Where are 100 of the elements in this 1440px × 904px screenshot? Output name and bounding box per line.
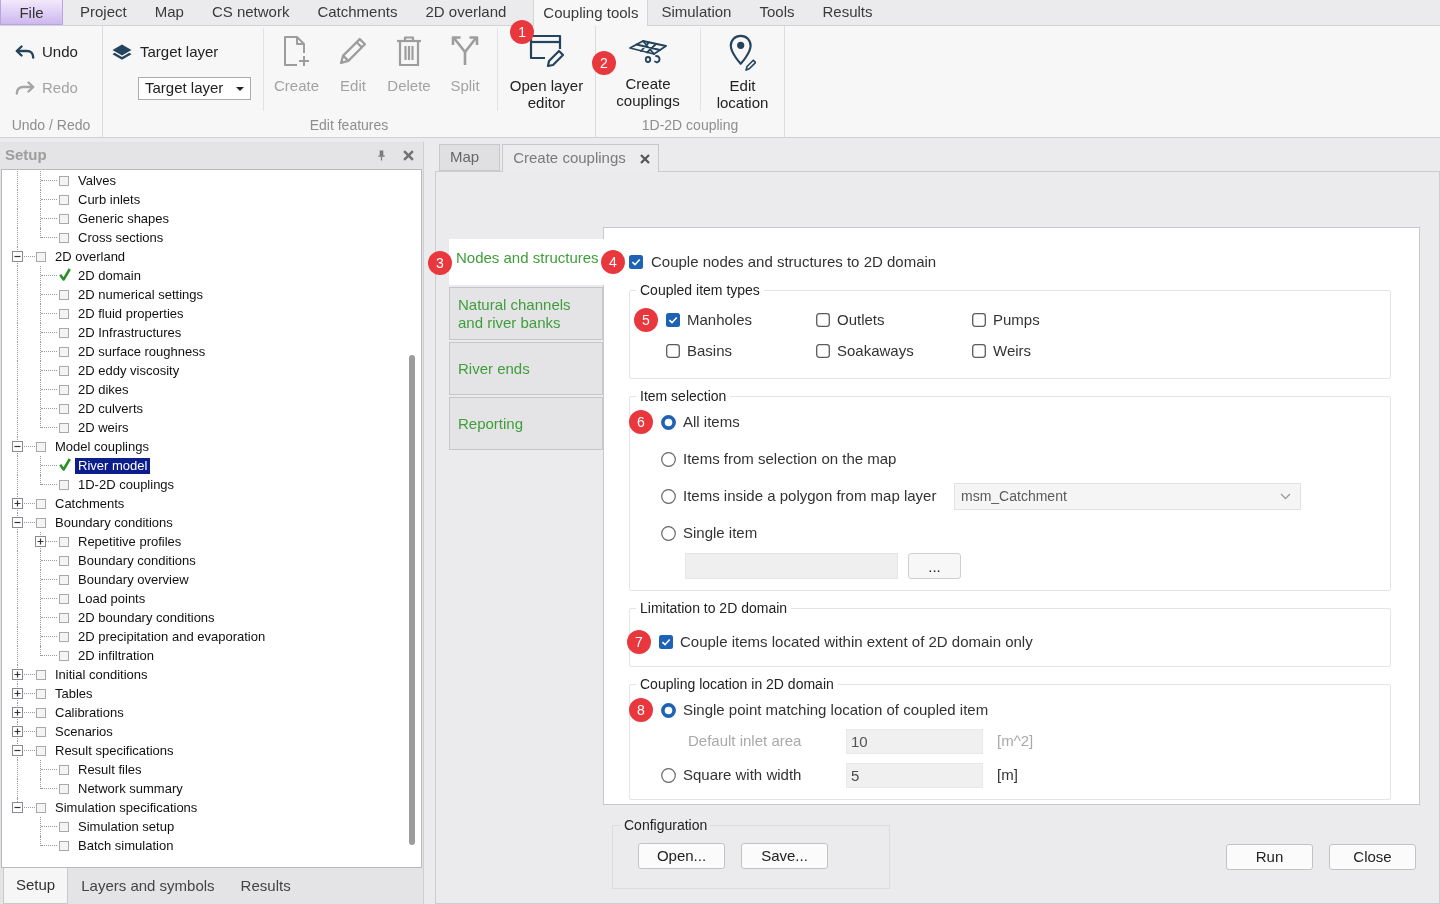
push-button[interactable]: Run bbox=[1226, 844, 1313, 870]
trash-icon bbox=[396, 36, 423, 66]
unit-label: [m^2] bbox=[997, 730, 1034, 751]
tree-item[interactable]: Cross sections bbox=[75, 229, 167, 246]
tree-item[interactable]: Repetitive profiles bbox=[75, 533, 185, 550]
tree-item[interactable]: 1D-2D couplings bbox=[75, 476, 178, 493]
callout-number: 6 bbox=[629, 410, 653, 434]
tree-item[interactable]: Boundary overview bbox=[75, 571, 192, 588]
push-button[interactable]: Save... bbox=[741, 843, 828, 869]
group-title: Limitation to 2D domain bbox=[639, 600, 789, 617]
tree-item[interactable]: Load points bbox=[75, 590, 149, 607]
radio-button[interactable]: Items inside a polygon from map layer bbox=[661, 484, 954, 508]
tree-item[interactable]: Calibrations bbox=[52, 704, 127, 721]
push-button[interactable]: Open... bbox=[638, 843, 725, 869]
tree-item[interactable]: 2D eddy viscosity bbox=[75, 362, 183, 379]
tree-item[interactable]: 2D infiltration bbox=[75, 647, 157, 664]
radio-button[interactable]: Items from selection on the map bbox=[661, 447, 897, 471]
field-label: Target layer bbox=[140, 41, 219, 62]
callout-number: 4 bbox=[601, 250, 625, 274]
layer-dropdown[interactable]: Target layer bbox=[138, 77, 251, 100]
radio-button[interactable]: All items bbox=[661, 410, 740, 434]
radio-button[interactable]: Single item bbox=[661, 521, 758, 545]
ribbon-tab[interactable]: Tools bbox=[756, 0, 798, 25]
panel-tab[interactable]: Results bbox=[227, 868, 304, 904]
ribbon-tab[interactable]: Coupling tools bbox=[533, 0, 649, 26]
callout-number: 1 bbox=[510, 20, 535, 44]
checkbox[interactable]: Basins bbox=[666, 340, 816, 362]
tree-item[interactable]: Scenarios bbox=[52, 723, 116, 740]
ribbon-tab[interactable]: Project bbox=[77, 0, 130, 25]
tree-item[interactable]: 2D culverts bbox=[75, 400, 147, 417]
form-edit-icon bbox=[528, 34, 565, 68]
tree-item[interactable]: Catchments bbox=[52, 495, 128, 512]
location-pin-icon bbox=[729, 34, 756, 72]
panel-tab[interactable]: Layers and symbols bbox=[68, 868, 228, 904]
tree-item[interactable]: Simulation setup bbox=[75, 818, 178, 835]
tree-item[interactable]: Generic shapes bbox=[75, 210, 173, 227]
scrollbar-thumb[interactable] bbox=[409, 355, 415, 845]
tree-item[interactable]: Simulation specifications bbox=[52, 799, 201, 816]
tree-item[interactable]: Boundary conditions bbox=[52, 514, 176, 531]
tree-item[interactable]: Valves bbox=[75, 172, 120, 189]
ribbon-button[interactable]: Edit location bbox=[705, 34, 780, 111]
tree-item[interactable]: 2D dikes bbox=[75, 381, 132, 398]
tree-item[interactable]: Result files bbox=[75, 761, 145, 778]
tree-item[interactable]: Boundary conditions bbox=[75, 552, 199, 569]
tree-item[interactable]: 2D domain bbox=[75, 267, 144, 284]
document-tab[interactable]: Create couplings bbox=[502, 144, 659, 172]
tree-item[interactable]: 2D precipitation and evaporation bbox=[75, 628, 269, 645]
redo-icon bbox=[15, 81, 35, 95]
ribbon-tab[interactable]: CS network bbox=[208, 0, 293, 25]
caret-icon bbox=[236, 86, 244, 91]
chevron-down-icon bbox=[1280, 492, 1291, 500]
callout-number: 7 bbox=[627, 630, 651, 654]
panel-tab[interactable]: Setup bbox=[3, 868, 69, 904]
undo-icon bbox=[15, 45, 35, 59]
ribbon-tab[interactable]: Catchments bbox=[314, 0, 401, 25]
checkbox[interactable]: Weirs bbox=[972, 340, 1122, 362]
tree-item[interactable]: Network summary bbox=[75, 780, 186, 797]
ribbon-tab[interactable]: 2D overland bbox=[422, 0, 510, 25]
panel-title: Setup bbox=[5, 145, 47, 166]
group-label: 1D-2D coupling bbox=[640, 115, 740, 135]
checkbox[interactable]: Soakaways bbox=[816, 340, 972, 362]
group-title: Configuration bbox=[623, 817, 709, 834]
tree-item[interactable]: 2D fluid properties bbox=[75, 305, 187, 322]
ribbon-tab[interactable]: Results bbox=[819, 0, 876, 25]
file-tab[interactable]: File bbox=[0, 0, 63, 25]
tree-item[interactable]: 2D overland bbox=[52, 248, 129, 265]
callout-number: 8 bbox=[629, 698, 653, 722]
group-label: Edit features bbox=[308, 115, 390, 135]
push-button[interactable]: Close bbox=[1329, 844, 1416, 870]
callout-number: 3 bbox=[428, 251, 452, 275]
group-label: Undo / Redo bbox=[10, 115, 92, 135]
checkbox[interactable]: Pumps bbox=[972, 309, 1122, 331]
tree-item[interactable]: Curb inlets bbox=[75, 191, 144, 208]
tree-item[interactable]: 2D boundary conditions bbox=[75, 609, 218, 626]
tree-item[interactable]: Result specifications bbox=[52, 742, 177, 759]
ribbon-tab[interactable]: Simulation bbox=[658, 0, 735, 25]
tree-item[interactable]: Tables bbox=[52, 685, 96, 702]
document-tab[interactable]: Map bbox=[439, 144, 501, 171]
pin-icon bbox=[377, 150, 386, 161]
tree-item[interactable]: River model bbox=[75, 457, 151, 474]
layers-icon bbox=[112, 43, 132, 61]
ribbon-button[interactable]: Undo bbox=[15, 40, 78, 64]
group-title: Item selection bbox=[639, 388, 728, 405]
input-field[interactable]: 5 bbox=[846, 762, 983, 788]
tree-item[interactable]: Initial conditions bbox=[52, 666, 151, 683]
tree-item[interactable]: 2D numerical settings bbox=[75, 286, 206, 303]
tree-item[interactable]: 2D Infrastructures bbox=[75, 324, 185, 341]
split-arrow-icon bbox=[451, 36, 480, 66]
checkbox[interactable]: Outlets bbox=[816, 309, 972, 331]
tree-item[interactable]: 2D surface roughness bbox=[75, 343, 209, 360]
pencil-icon bbox=[339, 37, 368, 65]
tree-item[interactable]: 2D weirs bbox=[75, 419, 132, 436]
tree-item[interactable]: Batch simulation bbox=[75, 837, 177, 854]
group-title: Coupling location in 2D domain bbox=[639, 676, 835, 693]
group-title: Coupled item types bbox=[639, 282, 761, 299]
tree-item[interactable]: Model couplings bbox=[52, 438, 152, 455]
radio-button[interactable]: Square with width bbox=[661, 763, 846, 787]
radio-button[interactable]: Single point matching location of coupled item bbox=[661, 698, 989, 722]
ribbon-tab[interactable]: Map bbox=[151, 0, 187, 25]
new-document-icon bbox=[283, 35, 310, 67]
